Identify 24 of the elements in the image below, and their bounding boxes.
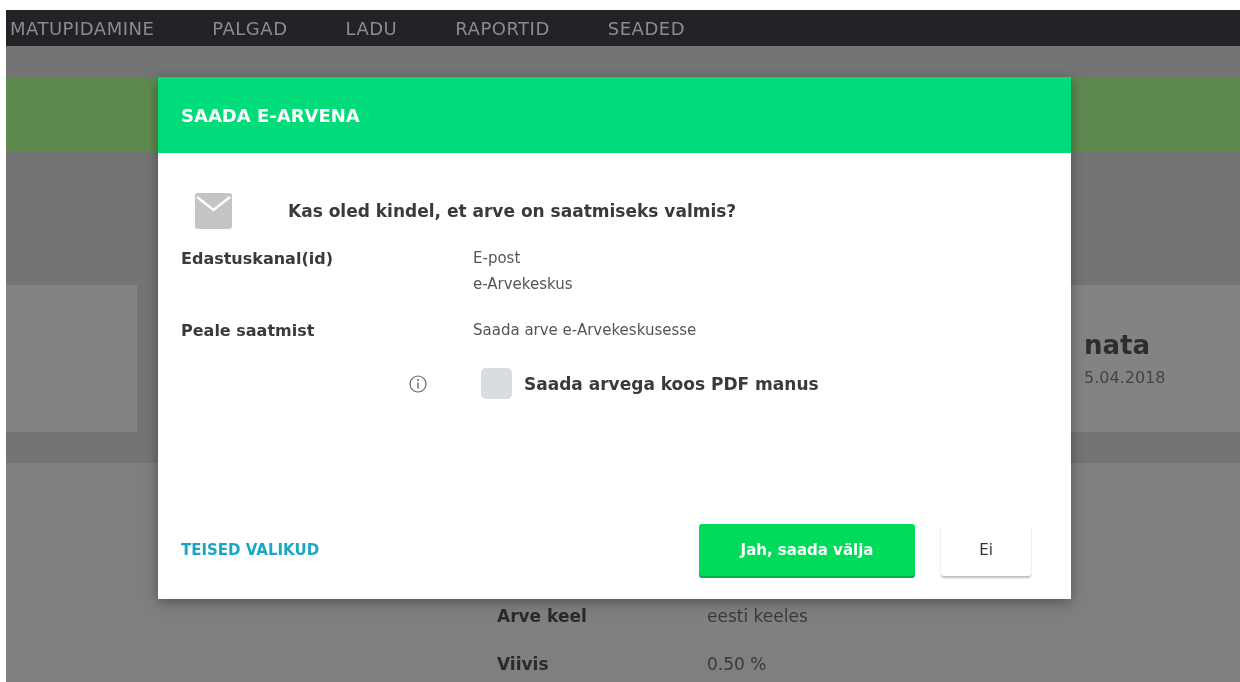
other-options-link[interactable]: TEISED VALIKUD [181,541,320,559]
field-label: Peale saatmist [181,321,316,340]
confirmation-question: Kas oled kindel, et arve on saatmiseks valmis? [288,201,737,221]
nav-item[interactable]: SEADED [607,17,685,39]
pdf-checkbox[interactable] [481,368,512,399]
checkbox-label: Saada arvega koos PDF manus [524,373,819,394]
nav-item[interactable]: RAPORTID [455,17,550,39]
field-value: E-post [473,249,522,267]
detail-value: eesti keeles [707,606,809,626]
dialog-title: SAADA E-ARVENA [181,104,360,126]
envelope-icon [195,193,232,229]
status-date: 5.04.2018 [1084,368,1167,387]
field-value: e-Arvekeskus [473,275,574,293]
detail-value: 0.50 % [707,654,768,674]
cancel-button[interactable]: Ei [941,524,1031,576]
nav-item[interactable]: LADU [345,17,398,39]
field-label: Edastuskanal(id) [181,249,334,270]
nav-item[interactable]: MATUPIDAMINE [10,17,155,39]
field-value: Saada arve e-Arvekeskusesse [473,321,698,339]
detail-label: Arve keel [497,606,588,626]
nav-item[interactable]: PALGAD [212,17,288,39]
detail-label: Viivis [497,654,550,674]
info-icon[interactable] [409,374,427,393]
status-title: nata [1084,330,1152,360]
